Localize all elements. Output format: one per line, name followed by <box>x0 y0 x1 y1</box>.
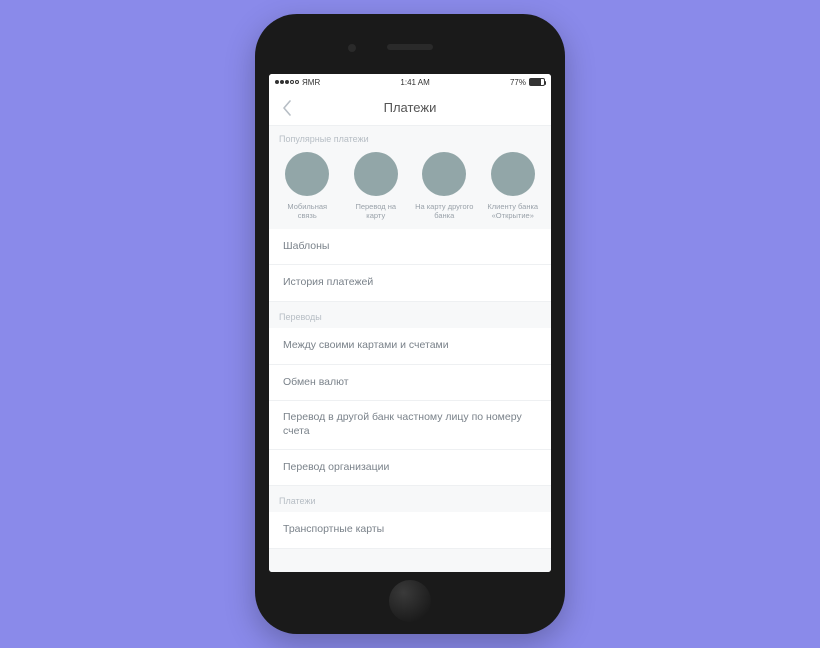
popular-icon <box>491 152 535 196</box>
back-button[interactable] <box>269 90 305 126</box>
nav-bar: Платежи <box>269 90 551 126</box>
popular-item-label: Клиенту банка «Открытие» <box>483 202 543 221</box>
screen: ЯMR 1:41 AM 77% Платежи Популярные плате… <box>269 74 551 572</box>
list-item-label: Обмен валют <box>283 376 349 388</box>
battery-icon <box>529 78 545 86</box>
home-button[interactable] <box>389 580 431 622</box>
phone-sensor <box>348 44 356 52</box>
signal-icon <box>275 80 299 84</box>
list-item-label: Шаблоны <box>283 240 329 252</box>
popular-item-label: Перевод на карту <box>346 202 406 221</box>
popular-item-mobile[interactable]: Мобильная связь <box>277 152 337 221</box>
phone-frame: ЯMR 1:41 AM 77% Платежи Популярные плате… <box>255 14 565 634</box>
chevron-left-icon <box>282 100 292 116</box>
list-item-transport-cards[interactable]: Транспортные карты <box>269 512 551 549</box>
list-item-label: Перевод организации <box>283 461 389 473</box>
page-title: Платежи <box>269 100 551 115</box>
battery-percent: 77% <box>510 78 526 87</box>
popular-label: Популярные платежи <box>269 126 551 150</box>
popular-item-card-transfer[interactable]: Перевод на карту <box>346 152 406 221</box>
list-item-own-accounts[interactable]: Между своими картами и счетами <box>269 328 551 365</box>
popular-icon <box>422 152 466 196</box>
status-time: 1:41 AM <box>400 78 429 87</box>
list-item-label: Транспортные карты <box>283 523 384 535</box>
status-right: 77% <box>510 78 545 87</box>
phone-speaker <box>387 44 433 50</box>
popular-item-other-bank-card[interactable]: На карту другого банка <box>414 152 474 221</box>
status-bar: ЯMR 1:41 AM 77% <box>269 74 551 90</box>
popular-item-label: Мобильная связь <box>277 202 337 221</box>
popular-row: Мобильная связь Перевод на карту На карт… <box>269 150 551 229</box>
list-item-organization-transfer[interactable]: Перевод организации <box>269 450 551 487</box>
status-left: ЯMR <box>275 78 320 87</box>
list-item-payment-history[interactable]: История платежей <box>269 265 551 302</box>
popular-icon <box>354 152 398 196</box>
carrier-label: ЯMR <box>302 78 320 87</box>
list-item-label: История платежей <box>283 276 373 288</box>
popular-item-bank-client[interactable]: Клиенту банка «Открытие» <box>483 152 543 221</box>
payments-list: Транспортные карты <box>269 512 551 549</box>
section-payments: Платежи <box>269 486 551 512</box>
list-item-templates[interactable]: Шаблоны <box>269 229 551 266</box>
section-transfers: Переводы <box>269 302 551 328</box>
popular-icon <box>285 152 329 196</box>
list-item-other-bank-person[interactable]: Перевод в другой банк частному лицу по н… <box>269 401 551 449</box>
list-item-currency-exchange[interactable]: Обмен валют <box>269 365 551 402</box>
popular-item-label: На карту другого банка <box>414 202 474 221</box>
content: Популярные платежи Мобильная связь Перев… <box>269 126 551 572</box>
list-item-label: Между своими картами и счетами <box>283 339 449 351</box>
transfers-list: Между своими картами и счетами Обмен вал… <box>269 328 551 486</box>
list-item-label: Перевод в другой банк частному лицу по н… <box>283 411 522 437</box>
quick-list: Шаблоны История платежей <box>269 229 551 302</box>
